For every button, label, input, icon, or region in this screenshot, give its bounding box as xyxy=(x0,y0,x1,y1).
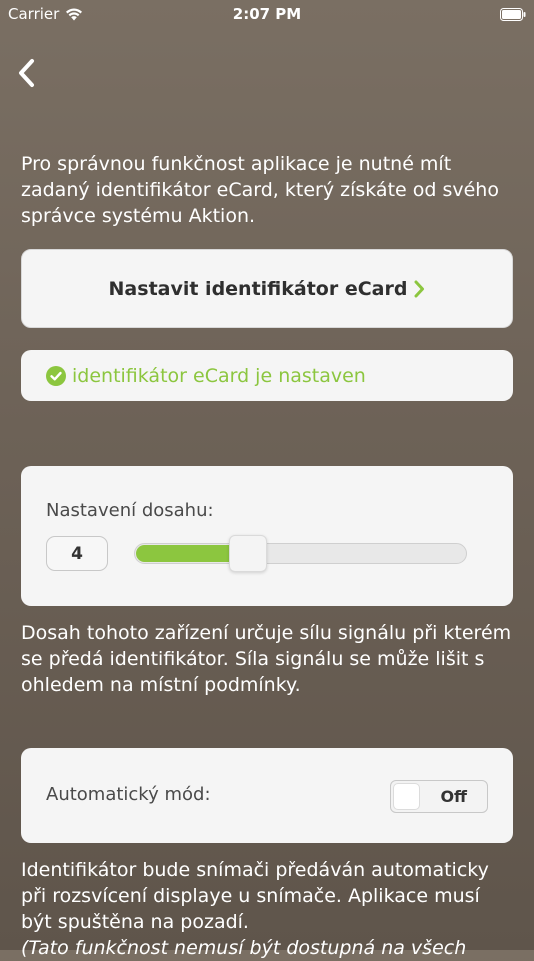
range-label: Nastavení dosahu: xyxy=(46,500,214,521)
auto-mode-card: Automatický mód: Off xyxy=(21,748,513,843)
toggle-state-label: Off xyxy=(440,787,467,806)
ecard-status-card: identifikátor eCard je nastaven xyxy=(21,350,513,401)
back-button[interactable] xyxy=(14,57,42,89)
auto-mode-toggle[interactable]: Off xyxy=(390,780,488,813)
toggle-knob xyxy=(393,783,420,810)
auto-mode-description-text: Identifikátor bude snímači předáván auto… xyxy=(21,859,489,933)
auto-mode-label: Automatický mód: xyxy=(46,784,211,805)
range-description: Dosah tohoto zařízení určuje sílu signál… xyxy=(21,622,512,696)
auto-mode-note: (Tato funkčnost nemusí být dostupná na v… xyxy=(21,937,467,959)
chevron-right-icon xyxy=(414,280,425,297)
ecard-status-text: identifikátor eCard je nastaven xyxy=(72,364,366,387)
range-value-field[interactable]: 4 xyxy=(46,536,108,571)
status-bar: Carrier 2:07 PM xyxy=(0,0,534,28)
set-ecard-button[interactable]: Nastavit identifikátor eCard xyxy=(21,249,513,328)
intro-text: Pro správnou funkčnost aplikace je nutné… xyxy=(21,153,499,227)
battery-icon xyxy=(500,6,526,21)
auto-mode-description: Identifikátor bude snímači předáván auto… xyxy=(21,857,515,961)
check-circle-icon xyxy=(46,365,66,386)
set-ecard-label: Nastavit identifikátor eCard xyxy=(108,277,408,300)
chevron-left-icon xyxy=(19,59,34,87)
range-card: Nastavení dosahu: 4 xyxy=(21,466,513,606)
range-slider-thumb[interactable] xyxy=(229,535,267,572)
range-slider[interactable] xyxy=(134,535,467,572)
status-time: 2:07 PM xyxy=(232,5,302,23)
